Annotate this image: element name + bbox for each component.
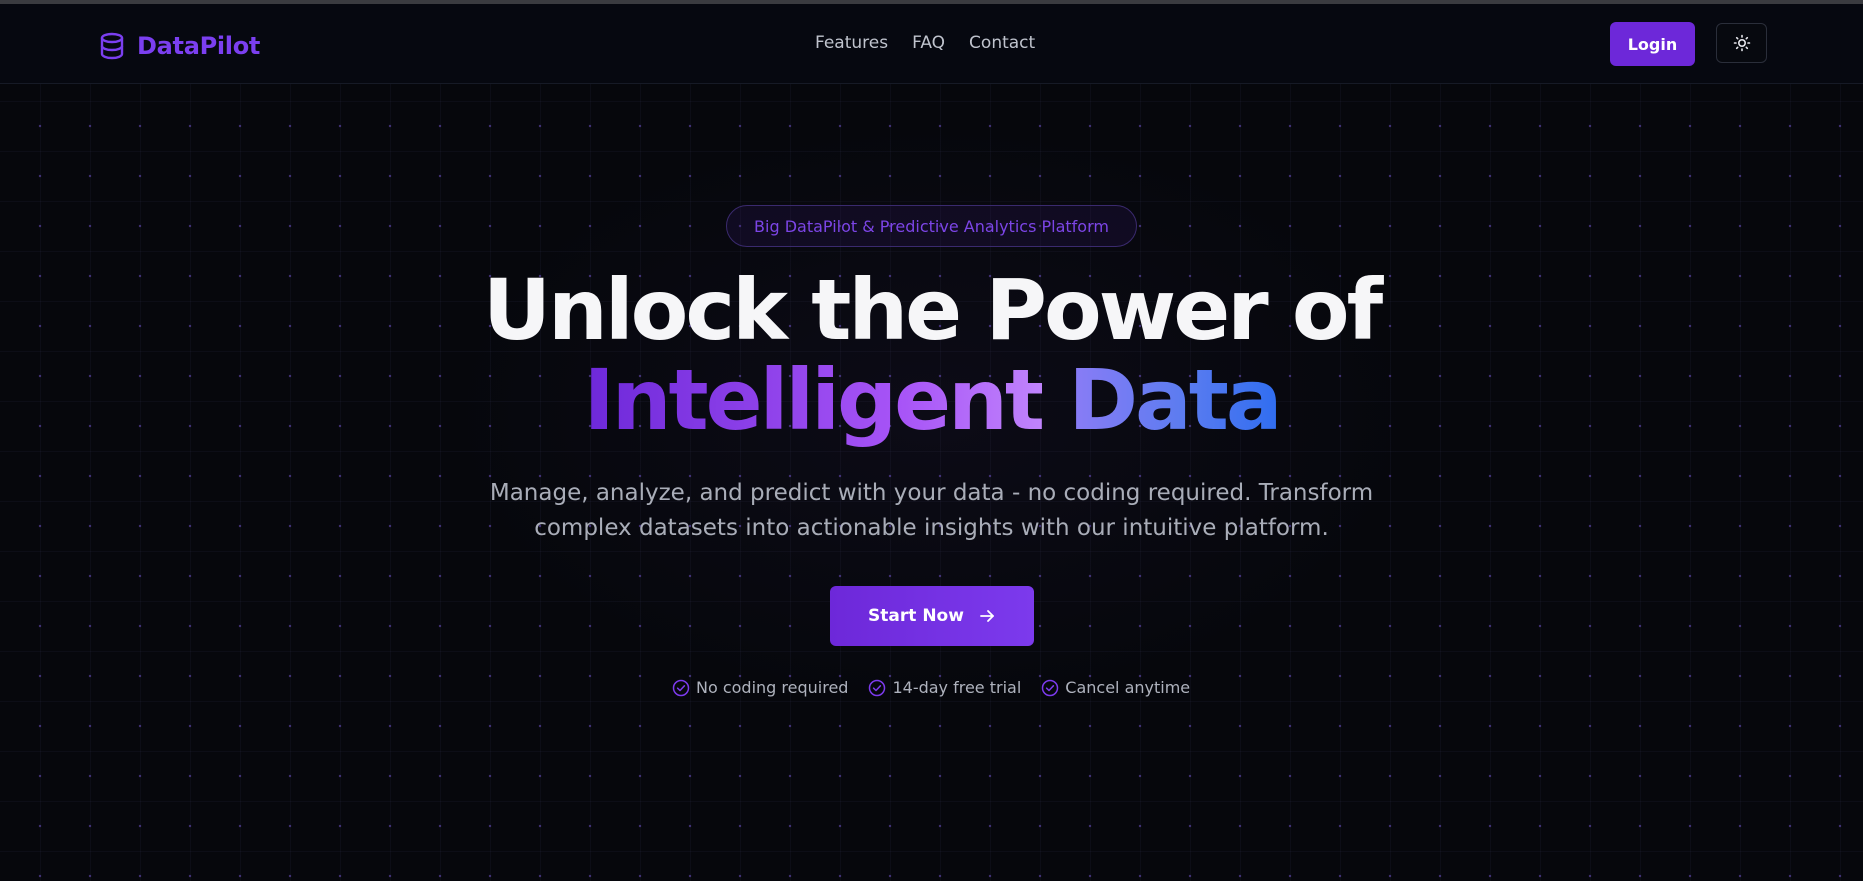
arrow-right-icon	[980, 610, 994, 622]
database-icon	[100, 32, 124, 60]
nav-link-features[interactable]: Features	[815, 33, 888, 53]
nav-link-contact[interactable]: Contact	[969, 33, 1035, 53]
hero-badge: Big DataPilot & Predictive Analytics Pla…	[726, 205, 1137, 247]
headline-line-2: Intelligent Data	[0, 354, 1863, 446]
feature-label: 14-day free trial	[892, 678, 1022, 697]
hero-headline: Unlock the Power of Intelligent Data	[0, 264, 1863, 446]
nav-link-faq[interactable]: FAQ	[912, 33, 945, 53]
check-circle-icon	[672, 679, 690, 696]
navbar: DataPilot Features FAQ Contact Login	[0, 4, 1863, 84]
start-now-button[interactable]: Start Now	[830, 586, 1034, 646]
feature-item: Cancel anytime	[1041, 678, 1190, 697]
check-circle-icon	[1042, 679, 1059, 696]
feature-item: 14-day free trial	[868, 678, 1021, 697]
landing-page: DataPilot Features FAQ Contact Login Big…	[0, 0, 1863, 881]
theme-toggle-button[interactable]	[1716, 23, 1767, 63]
login-button[interactable]: Login	[1610, 22, 1695, 66]
brand-name: DataPilot	[137, 32, 261, 60]
feature-label: No coding required	[696, 678, 849, 697]
hero-section: Big DataPilot & Predictive Analytics Pla…	[0, 84, 1863, 881]
headline-word-data: Data	[1068, 351, 1282, 449]
brand-logo-link[interactable]: DataPilot	[97, 28, 260, 64]
feature-item: No coding required	[672, 678, 848, 697]
start-now-label: Start Now	[868, 606, 964, 626]
sun-icon	[1733, 34, 1750, 52]
check-circle-icon	[869, 679, 886, 696]
feature-label: Cancel anytime	[1065, 678, 1191, 697]
feature-highlights: No coding required 14-day free trial Can…	[672, 678, 1210, 697]
hero-subtitle: Manage, analyze, and predict with your d…	[489, 480, 1374, 541]
headline-line-1: Unlock the Power of	[482, 261, 1383, 359]
headline-word-intelligent: Intelligent	[583, 351, 1045, 449]
nav-links: Features FAQ Contact	[815, 33, 1059, 53]
